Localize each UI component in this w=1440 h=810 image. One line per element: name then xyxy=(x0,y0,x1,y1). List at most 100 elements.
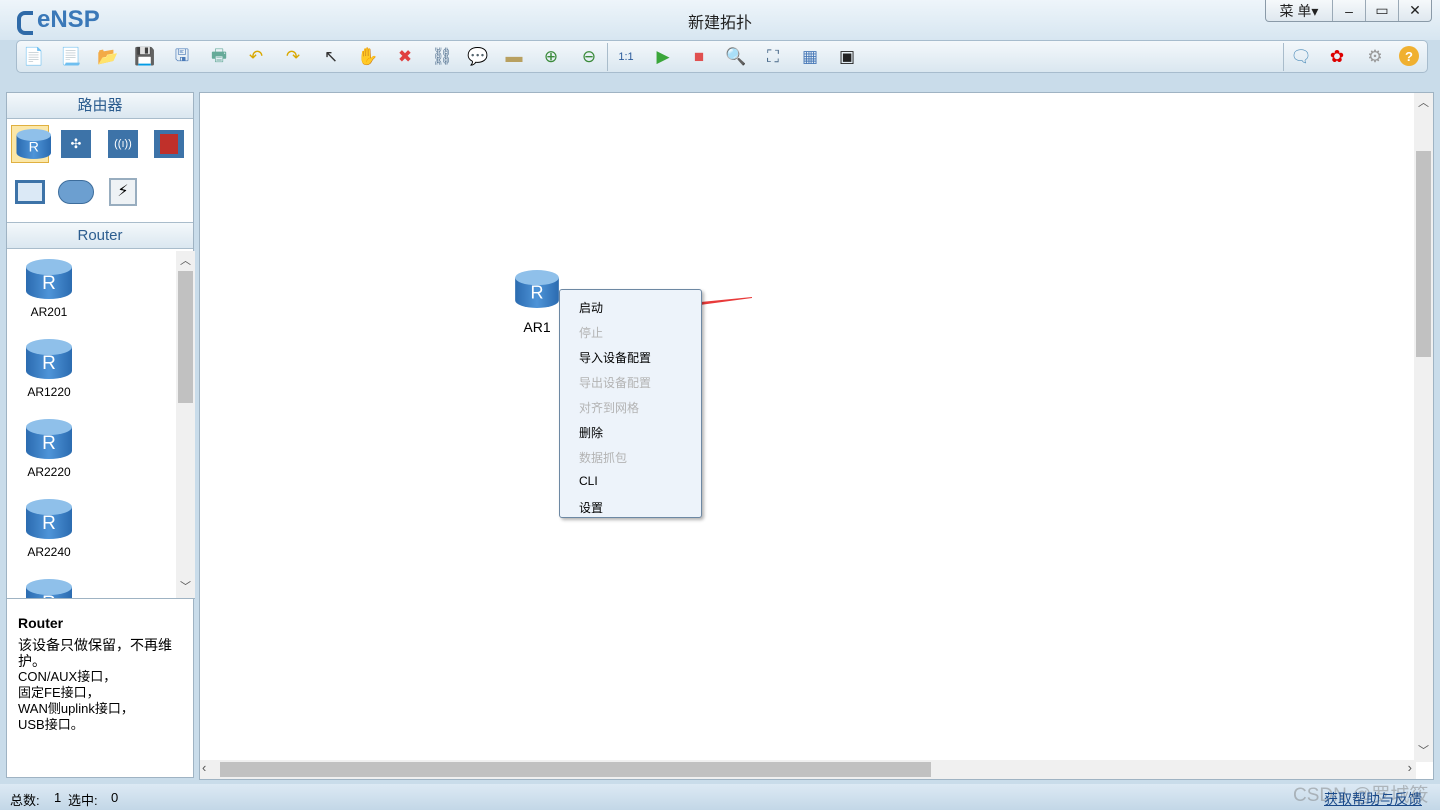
scroll-down-arrow[interactable]: ﹀ xyxy=(1414,743,1433,760)
context-menu-item: 数据抓包 xyxy=(579,451,628,465)
category-router[interactable]: R xyxy=(11,125,51,163)
open-icon[interactable]: 📂 xyxy=(96,46,120,68)
category-other[interactable]: ⚡ xyxy=(104,173,142,211)
screenshot-icon[interactable]: ▣ xyxy=(835,46,859,68)
text-icon[interactable]: 💬 xyxy=(466,46,490,68)
device-item[interactable]: R AR201 xyxy=(21,259,77,319)
other-device-icon: ⚡ xyxy=(109,178,137,206)
new-topology-icon[interactable]: 📄 xyxy=(22,46,46,68)
router-icon: R xyxy=(26,579,72,598)
context-menu-item[interactable]: 启动 xyxy=(579,299,603,316)
status-bar: 总数: 1 选中: 0 CSDN @罗城筱 获取帮助与反馈 xyxy=(0,784,1440,810)
context-menu-item: 停止 xyxy=(579,326,604,340)
forum-icon[interactable]: 🗨 xyxy=(1289,46,1313,68)
device-list: RRAR2240RAR2220RAR1220RAR201 ︿ ﹀ xyxy=(7,251,195,599)
category-title: 路由器 xyxy=(7,93,193,119)
scroll-down-arrow[interactable]: ﹀ xyxy=(176,579,195,596)
context-menu-item[interactable]: 导入设备配置 xyxy=(579,349,651,366)
device-item[interactable]: R AR2220 xyxy=(21,419,77,479)
context-menu-item[interactable]: 设置 xyxy=(579,499,603,516)
zoom-in-icon[interactable]: ⊕ xyxy=(539,46,563,68)
selected-count: 0 xyxy=(111,790,119,805)
fit-icon[interactable]: 1:1 xyxy=(614,46,638,68)
menu-button[interactable]: 菜 单▾ xyxy=(1266,0,1332,21)
device-item[interactable]: R AR1220 xyxy=(21,339,77,399)
window-title: 新建拓扑 xyxy=(687,15,752,32)
router-icon: R xyxy=(16,129,51,159)
scroll-up-arrow[interactable]: ︿ xyxy=(1414,95,1433,112)
title-bar: eNSP 新建拓扑 菜 单▾ ‒ ▭ ✕ xyxy=(0,0,1440,40)
scroll-thumb[interactable] xyxy=(1416,151,1431,357)
canvas-hscroll[interactable]: ‹ › xyxy=(200,760,1416,779)
device-label: AR2220 xyxy=(27,465,71,479)
device-item[interactable]: R xyxy=(21,579,77,598)
context-menu-item[interactable]: 删除 xyxy=(579,424,603,441)
toolbar: 📄 📃 📂 💾 🖫 🖶 ↶ ↷ ↖ ✋ ✖ ⛓ 💬 ▬ ⊕ ⊖ 1:1 ▶ ■ 🔍 ⛶ ▦ ▣ 🗨 ✿ ⚙? xyxy=(16,40,1428,73)
capture-icon[interactable]: 🔍 xyxy=(724,46,748,68)
topology-canvas[interactable]: R AR1 ︿ ﹀ ‹ › xyxy=(199,92,1434,780)
stop-icon[interactable]: ■ xyxy=(687,46,711,68)
help-feedback-link[interactable]: 获取帮助与反馈 xyxy=(1324,789,1422,809)
device-label: AR1220 xyxy=(27,385,71,399)
device-item[interactable]: R AR2240 xyxy=(21,499,77,559)
save-icon[interactable]: 💾 xyxy=(133,46,157,68)
redo-icon[interactable]: ↷ xyxy=(281,46,305,68)
palette-icon[interactable]: ▬ xyxy=(502,46,526,68)
new-lab-icon[interactable]: 📃 xyxy=(59,46,83,68)
router-icon: R xyxy=(26,339,72,379)
context-menu-item: 对齐到网格 xyxy=(579,401,640,415)
device-label: AR2240 xyxy=(27,545,71,559)
context-menu-item[interactable]: CLI xyxy=(579,474,598,488)
node-ar1[interactable]: R AR1 xyxy=(512,269,562,335)
device-categories: R ✣ ((ı)) ⚡ xyxy=(7,119,193,223)
delete-icon[interactable]: ✖ xyxy=(393,46,417,68)
switch-icon: ✣ xyxy=(61,130,91,158)
router-icon: R xyxy=(26,419,72,459)
total-count: 1 xyxy=(54,790,62,805)
category-wlan[interactable]: ((ı)) xyxy=(104,125,142,163)
save-as-icon[interactable]: 🖫 xyxy=(170,46,194,68)
start-icon[interactable]: ▶ xyxy=(651,46,675,68)
topology-icon[interactable]: ⛶ xyxy=(761,46,785,68)
device-panel: 路由器 R ✣ ((ı)) ⚡ Router RRAR2240RAR2220RA… xyxy=(6,92,195,778)
firewall-icon xyxy=(154,130,184,158)
help-icon[interactable]: ? xyxy=(1399,46,1419,66)
close-button[interactable]: ✕ xyxy=(1398,0,1431,21)
device-description: Router 该设备只做保留，不再维护。 CON/AUX接口， 固定FE接口， … xyxy=(18,615,172,732)
grid-icon[interactable]: ▦ xyxy=(798,46,822,68)
scroll-right-arrow[interactable]: › xyxy=(1408,760,1412,775)
wlan-icon: ((ı)) xyxy=(108,130,138,158)
router-icon: R xyxy=(26,499,72,539)
maximize-button[interactable]: ▭ xyxy=(1365,0,1398,21)
device-title: Router xyxy=(7,223,193,249)
scroll-left-arrow[interactable]: ‹ xyxy=(202,760,206,775)
hand-icon[interactable]: ✋ xyxy=(356,46,380,68)
pc-icon xyxy=(15,180,45,204)
minimize-button[interactable]: ‒ xyxy=(1332,0,1365,21)
canvas-vscroll[interactable]: ︿ ﹀ xyxy=(1414,93,1433,762)
print-icon[interactable]: 🖶 xyxy=(207,46,231,68)
toolbar-separator xyxy=(607,43,608,71)
undo-icon[interactable]: ↶ xyxy=(244,46,268,68)
scroll-up-arrow[interactable]: ︿ xyxy=(176,253,195,270)
settings-icon[interactable]: ⚙ xyxy=(1363,46,1387,68)
category-cloud[interactable] xyxy=(57,173,95,211)
context-menu-item: 导出设备配置 xyxy=(579,376,652,390)
cloud-icon xyxy=(58,180,94,204)
category-pc[interactable] xyxy=(11,173,49,211)
device-list-scrollbar[interactable]: ︿ ﹀ xyxy=(176,251,195,598)
category-firewall[interactable] xyxy=(150,125,188,163)
delete-link-icon[interactable]: ⛓ xyxy=(430,46,454,68)
scroll-thumb[interactable] xyxy=(220,762,931,777)
select-icon[interactable]: ↖ xyxy=(319,46,343,68)
device-label: AR201 xyxy=(30,305,68,319)
router-icon: R xyxy=(26,259,72,299)
toolbar-separator xyxy=(1283,43,1284,71)
node-label: AR1 xyxy=(523,319,551,335)
scroll-thumb[interactable] xyxy=(178,271,193,403)
context-menu: 启动停止导入设备配置 导出设备配置 对齐到网格删除数据抓包 CLI 设置 xyxy=(559,289,702,518)
huawei-icon[interactable]: ✿ xyxy=(1325,46,1349,68)
category-switch[interactable]: ✣ xyxy=(57,125,95,163)
router-icon: R xyxy=(515,270,559,308)
zoom-out-icon[interactable]: ⊖ xyxy=(577,46,601,68)
